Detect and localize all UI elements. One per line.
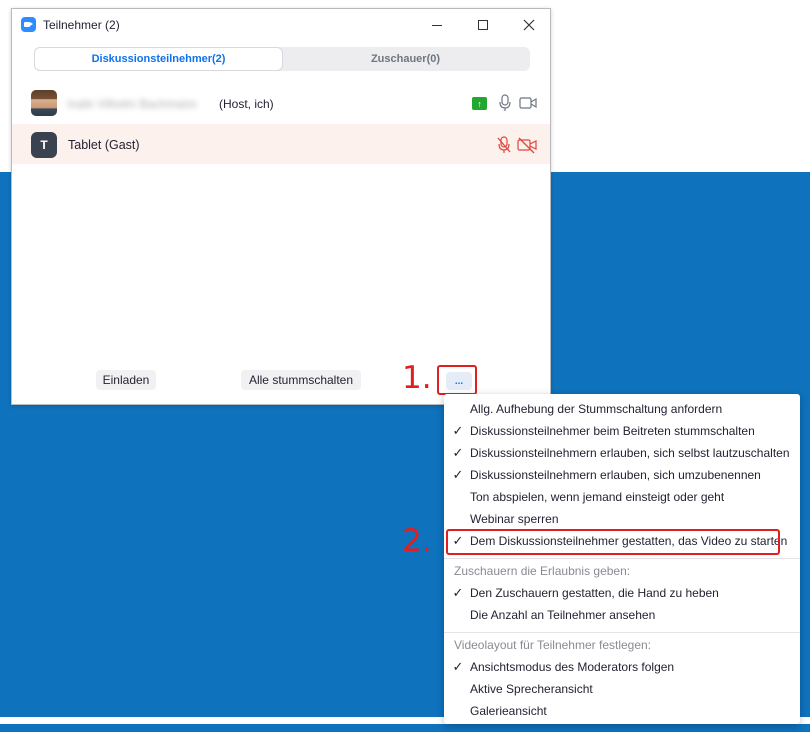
minimize-button[interactable] bbox=[414, 9, 460, 41]
check-icon: ✓ bbox=[452, 467, 464, 482]
maximize-icon bbox=[478, 20, 488, 30]
close-icon bbox=[523, 19, 535, 31]
menu-item-gallery-view[interactable]: Galerieansicht bbox=[444, 700, 800, 722]
menu-divider bbox=[444, 558, 800, 559]
share-screen-icon: ↑ bbox=[472, 97, 487, 110]
annotation-step-2: 2. bbox=[402, 523, 432, 559]
check-icon: ✓ bbox=[452, 445, 464, 460]
menu-item-view-participant-count[interactable]: Die Anzahl an Teilnehmer ansehen bbox=[444, 604, 800, 626]
close-button[interactable] bbox=[506, 9, 552, 41]
menu-item-active-speaker-view[interactable]: Aktive Sprecheransicht bbox=[444, 678, 800, 700]
invite-button[interactable]: Einladen bbox=[96, 370, 156, 390]
title-bar[interactable]: Teilnehmer (2) bbox=[12, 9, 550, 41]
menu-item-play-sound[interactable]: Ton abspielen, wenn jemand einsteigt ode… bbox=[444, 486, 800, 508]
tab-attendees[interactable]: Zuschauer(0) bbox=[282, 48, 529, 70]
more-options-menu: Allg. Aufhebung der Stummschaltung anfor… bbox=[444, 394, 800, 724]
check-icon: ✓ bbox=[452, 659, 464, 674]
maximize-button[interactable] bbox=[460, 9, 506, 41]
tab-panelists[interactable]: Diskussionsteilnehmer(2) bbox=[35, 48, 282, 70]
highlight-more-button bbox=[437, 365, 477, 395]
check-icon: ✓ bbox=[452, 585, 464, 600]
microphone-muted-icon[interactable] bbox=[496, 136, 512, 154]
window-title: Teilnehmer (2) bbox=[43, 18, 120, 32]
highlight-allow-video-item bbox=[446, 529, 780, 555]
participant-row-guest[interactable]: T Tablet (Gast) bbox=[12, 124, 550, 164]
menu-item-mute-on-entry[interactable]: ✓ Diskussionsteilnehmer beim Beitreten s… bbox=[444, 420, 800, 442]
mute-all-button[interactable]: Alle stummschalten bbox=[241, 370, 361, 390]
camera-off-icon[interactable] bbox=[517, 136, 537, 154]
host-role-label: (Host, ich) bbox=[219, 97, 274, 111]
menu-divider bbox=[444, 632, 800, 633]
participants-window: Teilnehmer (2) Diskussionsteilnehmer(2) … bbox=[11, 8, 551, 405]
menu-section-video-layout: Videolayout für Teilnehmer festlegen: bbox=[454, 638, 652, 652]
check-icon: ✓ bbox=[452, 423, 464, 438]
participant-tabs: Diskussionsteilnehmer(2) Zuschauer(0) bbox=[34, 47, 530, 71]
desktop-background-bottom bbox=[0, 724, 810, 732]
camera-icon[interactable] bbox=[519, 95, 537, 111]
participant-row-host[interactable]: Inafe Vilhelm Bachmann (Host, ich) ↑ bbox=[12, 84, 550, 124]
menu-item-lock-webinar[interactable]: Webinar sperren bbox=[444, 508, 800, 530]
menu-item-request-unmute[interactable]: Allg. Aufhebung der Stummschaltung anfor… bbox=[444, 398, 800, 420]
menu-item-allow-rename[interactable]: ✓ Diskussionsteilnehmern erlauben, sich … bbox=[444, 464, 800, 486]
avatar: T bbox=[31, 132, 57, 158]
menu-item-allow-unmute-self[interactable]: ✓ Diskussionsteilnehmern erlauben, sich … bbox=[444, 442, 800, 464]
menu-section-attendees: Zuschauern die Erlaubnis geben: bbox=[454, 564, 631, 578]
avatar bbox=[31, 90, 57, 116]
minimize-icon bbox=[432, 24, 442, 26]
guest-name: Tablet (Gast) bbox=[68, 138, 140, 152]
menu-item-allow-raise-hand[interactable]: ✓ Den Zuschauern gestatten, die Hand zu … bbox=[444, 582, 800, 604]
annotation-step-1: 1. bbox=[402, 360, 432, 396]
zoom-app-icon bbox=[21, 17, 36, 32]
microphone-icon[interactable] bbox=[498, 94, 512, 112]
host-name-blurred: Inafe Vilhelm Bachmann bbox=[67, 97, 197, 111]
menu-item-follow-host-view[interactable]: ✓ Ansichtsmodus des Moderators folgen bbox=[444, 656, 800, 678]
